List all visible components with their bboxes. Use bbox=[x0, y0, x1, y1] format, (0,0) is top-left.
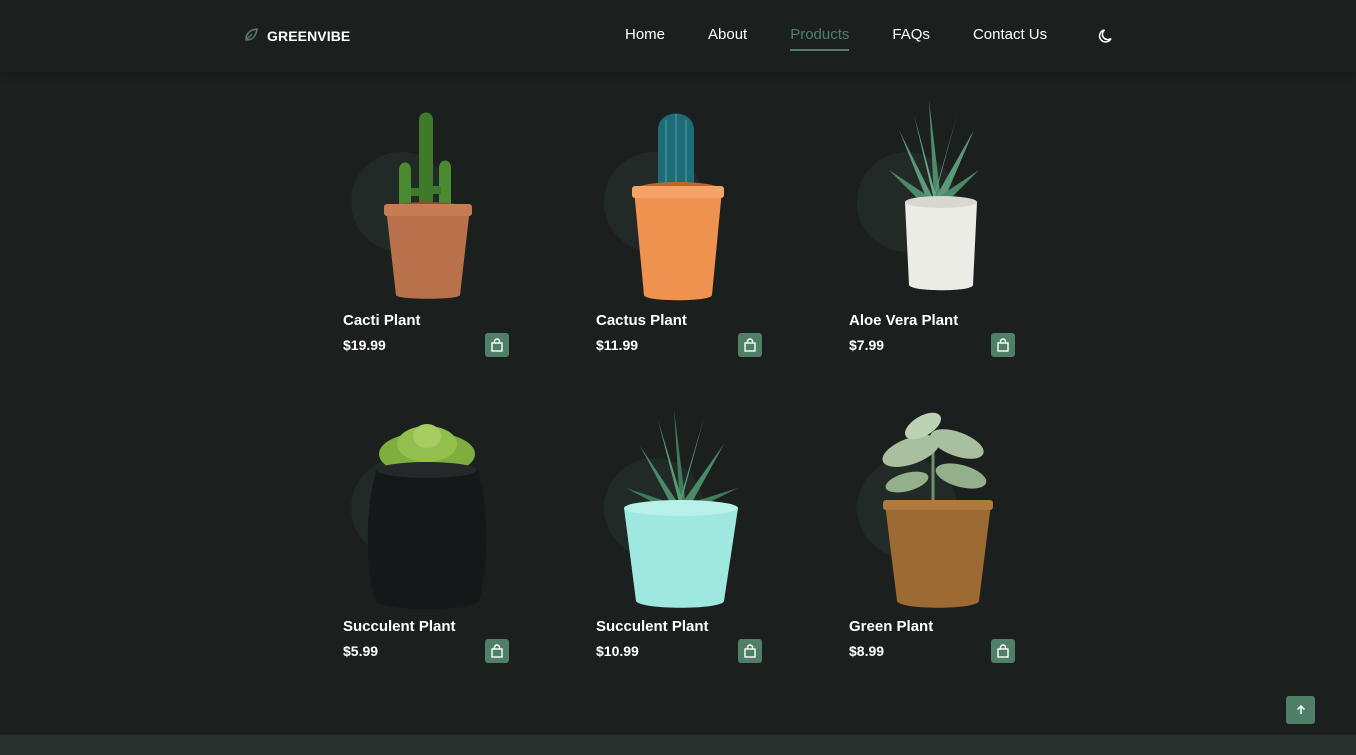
shopping-bag-icon bbox=[997, 644, 1009, 658]
product-card: Green Plant $8.99 bbox=[849, 396, 1015, 663]
product-price: $11.99 bbox=[596, 337, 639, 353]
product-name: Cactus Plant bbox=[596, 312, 687, 329]
shopping-bag-icon bbox=[491, 338, 503, 352]
nav-contact[interactable]: Contact Us bbox=[973, 26, 1047, 43]
product-card: Succulent Plant $5.99 bbox=[343, 396, 509, 663]
product-price: $10.99 bbox=[596, 643, 639, 659]
product-image bbox=[632, 113, 724, 301]
add-to-cart-button[interactable] bbox=[991, 333, 1015, 357]
arrow-up-icon bbox=[1296, 704, 1305, 714]
shopping-bag-icon bbox=[744, 338, 756, 352]
shopping-bag-icon bbox=[491, 644, 503, 658]
nav-faqs[interactable]: FAQs bbox=[892, 26, 930, 43]
product-price: $7.99 bbox=[849, 337, 885, 353]
add-to-cart-button[interactable] bbox=[738, 639, 762, 663]
shopping-bag-icon bbox=[997, 338, 1009, 352]
brand-logo[interactable]: GREENVIBE bbox=[243, 27, 350, 45]
product-image bbox=[882, 412, 993, 608]
add-to-cart-button[interactable] bbox=[485, 333, 509, 357]
product-image bbox=[384, 112, 472, 299]
site-footer bbox=[0, 735, 1356, 755]
nav-home[interactable]: Home bbox=[625, 26, 665, 43]
product-price: $5.99 bbox=[343, 643, 379, 659]
add-to-cart-button[interactable] bbox=[738, 333, 762, 357]
product-name: Succulent Plant bbox=[596, 618, 709, 635]
product-name: Succulent Plant bbox=[343, 618, 456, 635]
nav-products[interactable]: Products bbox=[790, 26, 850, 51]
product-card: Succulent Plant $10.99 bbox=[596, 396, 762, 663]
product-name: Cacti Plant bbox=[343, 312, 421, 329]
brand-name: GREENVIBE bbox=[267, 28, 351, 44]
product-image bbox=[367, 424, 487, 610]
product-image bbox=[624, 410, 738, 608]
nav-about[interactable]: About bbox=[708, 26, 747, 43]
product-name: Aloe Vera Plant bbox=[849, 312, 959, 329]
shopping-bag-icon bbox=[744, 644, 756, 658]
moon-icon[interactable] bbox=[1097, 27, 1115, 45]
main-nav: Home About Products FAQs Contact Us bbox=[625, 26, 1090, 51]
site-header: GREENVIBE Home About Products FAQs Conta… bbox=[0, 0, 1356, 72]
scroll-to-top-button[interactable] bbox=[1286, 696, 1315, 724]
product-name: Green Plant bbox=[849, 618, 934, 635]
product-price: $19.99 bbox=[343, 337, 386, 353]
product-price: $8.99 bbox=[849, 643, 885, 659]
product-grid: Cacti Plant $19.99 Cactus Plant $11.99 A… bbox=[343, 90, 1015, 663]
add-to-cart-button[interactable] bbox=[991, 639, 1015, 663]
leaf-icon bbox=[243, 27, 259, 46]
product-card: Cacti Plant $19.99 bbox=[343, 90, 509, 357]
add-to-cart-button[interactable] bbox=[485, 639, 509, 663]
product-image bbox=[889, 100, 979, 291]
product-card: Aloe Vera Plant $7.99 bbox=[849, 90, 1015, 357]
product-card: Cactus Plant $11.99 bbox=[596, 90, 762, 357]
